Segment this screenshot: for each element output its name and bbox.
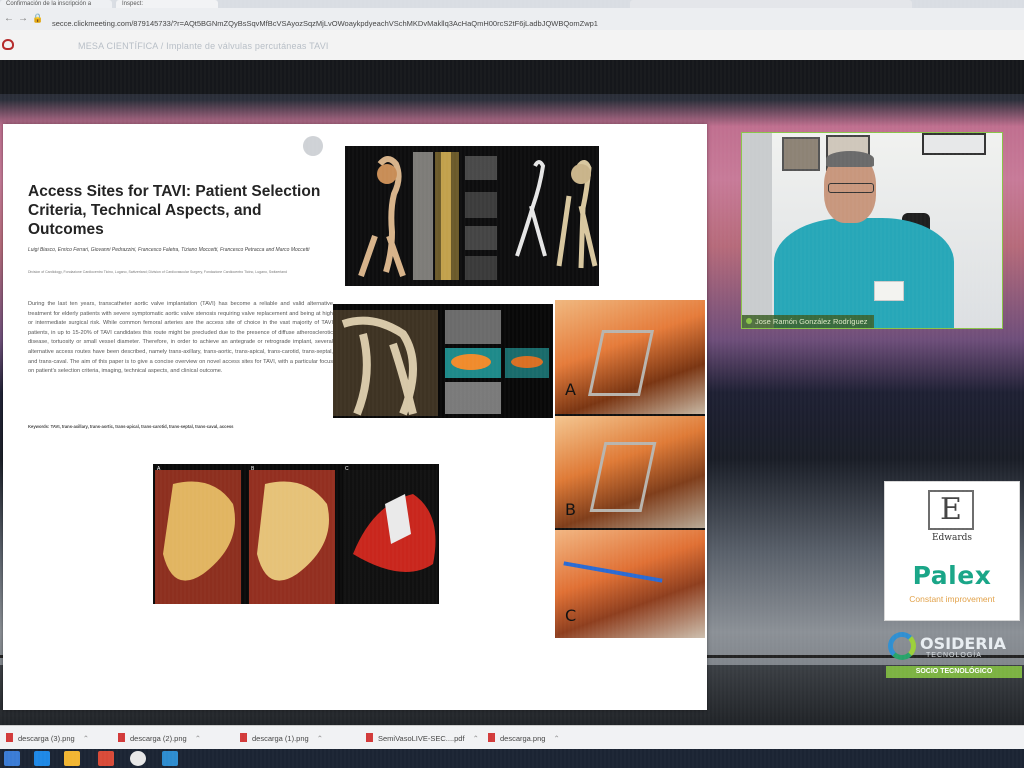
osideria-ring-icon (888, 632, 916, 660)
video-stage: Access Sites for TAVI: Patient Selection… (0, 60, 1024, 725)
start-icon[interactable] (4, 751, 20, 766)
speaker-webcam: Jose Ramón González Rodríguez (741, 132, 1003, 329)
lock-icon: 🔒 (32, 13, 44, 23)
photo-label-b: B (565, 500, 576, 519)
slide-affiliation: Division of Cardiology, Fondazione Cardi… (28, 270, 288, 274)
presentation-slide: Access Sites for TAVI: Patient Selection… (3, 124, 707, 710)
file-icon (488, 733, 495, 742)
download-filename: descarga.png (500, 734, 546, 743)
surgical-photo-c: C (555, 530, 705, 638)
mic-status-icon (746, 318, 752, 324)
file-icon (118, 733, 125, 742)
heart-icon (2, 39, 14, 50)
media-icon[interactable] (98, 751, 114, 766)
stage-dark-band (0, 60, 1024, 94)
app-header: MESA CIENTÍFICA / Implante de válvulas p… (0, 30, 1024, 61)
session-title: MESA CIENTÍFICA / Implante de válvulas p… (78, 41, 329, 51)
photo-label-a: A (565, 380, 576, 399)
chevron-up-icon[interactable]: ⌃ (473, 734, 479, 743)
folder-icon[interactable] (64, 751, 80, 766)
sponsor-panel: E Edwards Palex Constant improvement (884, 481, 1020, 621)
journal-logo (303, 136, 323, 156)
downloads-bar: descarga (3).png ⌃ descarga (2).png ⌃ desc… (0, 725, 1024, 750)
edwards-logo: E (928, 490, 974, 530)
chevron-up-icon[interactable]: ⌃ (83, 734, 89, 743)
edwards-name: Edwards (931, 533, 973, 543)
file-icon (6, 733, 13, 742)
browser-tab-inspect[interactable]: Inspect: (116, 0, 218, 8)
anatomy-panel-label-c: C (345, 466, 349, 472)
surgical-photos-image: A B C (555, 300, 705, 638)
anatomy-panel-label-b: B (251, 466, 255, 472)
society-logo (2, 37, 40, 53)
download-filename: descarga (1).png (252, 734, 309, 743)
browser-icon[interactable] (162, 751, 178, 766)
download-item[interactable]: descarga (3).png ⌃ (6, 733, 89, 743)
osideria-partner-bar: SOCIO TECNOLÓGICO (886, 666, 1022, 678)
screen: Confirmación de la inscripción a Inspect… (0, 0, 1024, 768)
palex-logo: Palex (912, 561, 992, 590)
browser-tab-inscripcion[interactable]: Confirmación de la inscripción a (0, 0, 112, 8)
file-icon (240, 733, 247, 742)
download-item[interactable]: descarga.png ⌃ (488, 733, 560, 743)
id-badge (874, 281, 904, 301)
slide-abstract: During the last ten years, transcatheter… (28, 301, 333, 375)
slide-authors: Luigi Biasco, Enrico Ferrari, Giovanni P… (28, 247, 310, 253)
chrome-icon[interactable] (130, 751, 146, 766)
url-field[interactable]: secce.clickmeeting.com/879145733/?r=AQt5… (52, 19, 598, 28)
speaker-figure (774, 218, 954, 328)
speaker-name-text: Jose Ramón González Rodríguez (755, 317, 868, 326)
osideria-name: OSIDERIA (920, 634, 1006, 653)
os-taskbar (0, 749, 1024, 768)
surgical-photo-b: B (555, 416, 705, 528)
3d-reconstruction-image (333, 304, 553, 418)
download-filename: SemiVasoLIVE-SEC....pdf (378, 734, 465, 743)
osideria-logo: OSIDERIA TECNOLOGÍA SOCIO TECNOLÓGICO (886, 630, 1022, 682)
speaker-name-label: Jose Ramón González Rodríguez (742, 315, 874, 328)
download-filename: descarga (2).png (130, 734, 187, 743)
forward-icon[interactable]: → (18, 13, 28, 24)
anatomy-panels-image: A B C (153, 464, 439, 604)
slide-keywords: Keywords: TAVI, trans-axillary, trans-ao… (28, 424, 234, 429)
browser-tabstrip: Confirmación de la inscripción a Inspect… (0, 0, 1024, 8)
ct-angiography-image (345, 146, 599, 286)
browser-tab-blank[interactable] (630, 0, 912, 8)
slide-title: Access Sites for TAVI: Patient Selection… (28, 183, 321, 238)
photo-label-c: C (565, 606, 577, 625)
download-item[interactable]: descarga (1).png ⌃ (240, 733, 323, 743)
anatomy-panel-label-a: A (157, 466, 161, 472)
chevron-up-icon[interactable]: ⌃ (195, 734, 201, 743)
chevron-up-icon[interactable]: ⌃ (317, 734, 323, 743)
chevron-up-icon[interactable]: ⌃ (553, 734, 559, 743)
surgical-photo-a: A (555, 300, 705, 414)
edge-icon[interactable] (34, 751, 50, 766)
address-bar: ← → 🔒 secce.clickmeeting.com/879145733/?… (0, 8, 1024, 31)
osideria-subtitle: TECNOLOGÍA (926, 652, 982, 659)
file-icon (366, 733, 373, 742)
back-icon[interactable]: ← (4, 13, 14, 24)
download-item[interactable]: SemiVasoLIVE-SEC....pdf ⌃ (366, 733, 479, 743)
download-item[interactable]: descarga (2).png ⌃ (118, 733, 201, 743)
download-filename: descarga (3).png (18, 734, 75, 743)
palex-tagline: Constant improvement (909, 594, 995, 604)
